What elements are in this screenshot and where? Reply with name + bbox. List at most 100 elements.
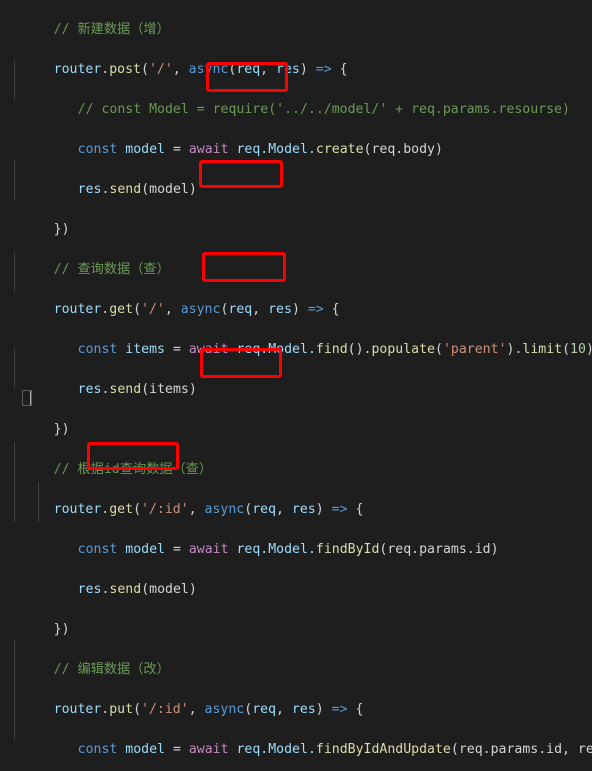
code-line[interactable]: // 编辑数据（改） bbox=[0, 640, 592, 677]
code-line[interactable]: const model = await req.Model.findByIdAn… bbox=[0, 720, 592, 757]
arrow-token: => bbox=[323, 702, 356, 717]
expr-req-model: req.Model. bbox=[236, 742, 316, 757]
closing-brace: }) bbox=[53, 222, 70, 237]
identifier-model: model bbox=[125, 142, 165, 157]
string-route-path: '/' bbox=[141, 302, 165, 317]
keyword-await: await bbox=[188, 142, 229, 157]
method-get: get bbox=[109, 302, 134, 317]
method-limit: limit bbox=[522, 342, 563, 357]
method-send: send bbox=[109, 182, 142, 197]
identifier-model: model bbox=[125, 542, 165, 557]
identifier-router: router bbox=[53, 702, 102, 717]
code-line[interactable]: res.send(model) bbox=[0, 160, 592, 197]
identifier-items: items bbox=[125, 342, 165, 357]
operator-assign: = bbox=[165, 142, 189, 157]
identifier-res: res bbox=[77, 382, 102, 397]
param-req: req bbox=[228, 302, 253, 317]
code-line[interactable]: res.send(model) bbox=[0, 760, 592, 771]
param-req: req bbox=[252, 502, 277, 517]
code-line[interactable]: router.get('/:id', async(req, res) => { bbox=[0, 480, 592, 517]
param-res: res bbox=[268, 302, 292, 317]
method-send: send bbox=[109, 382, 142, 397]
code-line[interactable]: }) bbox=[0, 200, 592, 237]
identifier-res: res bbox=[77, 582, 102, 597]
string-route-path: '/' bbox=[148, 62, 173, 77]
keyword-const: const bbox=[77, 542, 118, 557]
comment-token: // 查询数据（查） bbox=[53, 262, 170, 277]
arrow-token: => bbox=[323, 502, 356, 517]
code-line[interactable]: const model = await req.Model.create(req… bbox=[0, 120, 592, 157]
punct-paren: ) bbox=[299, 62, 308, 77]
number-limit-value: 10 bbox=[570, 342, 586, 357]
keyword-const: const bbox=[77, 142, 118, 157]
code-line[interactable]: router.get('/', async(req, res) => { bbox=[0, 280, 592, 317]
method-create: create bbox=[315, 142, 364, 157]
method-post: post bbox=[109, 62, 141, 77]
param-res: res bbox=[291, 702, 316, 717]
closing-brace: }) bbox=[53, 422, 70, 437]
arrow-token: => bbox=[307, 62, 340, 77]
closing-brace: }) bbox=[53, 622, 70, 637]
keyword-async: async bbox=[204, 502, 245, 517]
code-line[interactable]: // const Model = require('../../model/' … bbox=[0, 80, 592, 117]
param-res: res bbox=[291, 502, 316, 517]
code-line[interactable]: const model = await req.Model.findById(r… bbox=[0, 520, 592, 557]
identifier-router: router bbox=[53, 502, 102, 517]
arrow-token: => bbox=[299, 302, 332, 317]
punct-brace: { bbox=[331, 302, 340, 317]
code-line[interactable]: }) bbox=[0, 600, 592, 637]
call-args: (model) bbox=[141, 182, 197, 197]
punct-paren: ( bbox=[141, 62, 149, 77]
punct-brace: { bbox=[355, 502, 364, 517]
comment-token: // const Model = require('../../model/' … bbox=[77, 102, 570, 117]
call-args: (model) bbox=[141, 582, 197, 597]
comment-token: // 根据id查询数据（查） bbox=[53, 462, 213, 477]
keyword-const: const bbox=[77, 742, 118, 757]
code-line[interactable]: // 查询数据（查） bbox=[0, 240, 592, 277]
expr-req-model: req.Model. bbox=[236, 342, 316, 357]
method-populate: populate bbox=[371, 342, 436, 357]
param-req: req bbox=[236, 62, 261, 77]
code-content[interactable]: // 新建数据（增） router.post('/', async(req, r… bbox=[0, 0, 592, 771]
keyword-await: await bbox=[188, 342, 229, 357]
method-find: find bbox=[315, 342, 348, 357]
identifier-res: res bbox=[77, 182, 102, 197]
call-args: (req.params.id) bbox=[379, 542, 499, 557]
punct-brace: { bbox=[339, 62, 348, 77]
keyword-async: async bbox=[180, 302, 221, 317]
string-route-path: '/:id' bbox=[141, 702, 189, 717]
code-line[interactable]: res.send(items) bbox=[0, 360, 592, 397]
code-line[interactable]: res.send(model) bbox=[0, 560, 592, 597]
code-line[interactable]: }) bbox=[0, 400, 592, 437]
keyword-const: const bbox=[77, 342, 118, 357]
keyword-async: async bbox=[204, 702, 245, 717]
code-line[interactable]: // 根据id查询数据（查） bbox=[0, 440, 592, 477]
method-findbyidandupdate: findByIdAndUpdate bbox=[315, 742, 451, 757]
method-put: put bbox=[109, 702, 134, 717]
comment-token: // 编辑数据（改） bbox=[53, 662, 170, 677]
identifier-router: router bbox=[53, 62, 102, 77]
bracket-match-outline bbox=[22, 390, 32, 406]
code-line[interactable]: const items = await req.Model.find().pop… bbox=[0, 320, 592, 357]
expr-req-model: req.Model. bbox=[236, 542, 316, 557]
comment-token: // 新建数据（增） bbox=[53, 22, 170, 37]
identifier-model: model bbox=[125, 742, 165, 757]
method-get: get bbox=[109, 502, 134, 517]
punct-comma: , bbox=[172, 62, 189, 77]
code-editor[interactable]: // 新建数据（增） router.post('/', async(req, r… bbox=[0, 0, 592, 771]
code-line[interactable]: // 新建数据（增） bbox=[0, 0, 592, 37]
chain-punct: (). bbox=[347, 342, 372, 357]
param-res: res bbox=[276, 62, 300, 77]
code-line[interactable]: router.post('/', async(req, res) => { bbox=[0, 40, 592, 77]
call-args: (items) bbox=[141, 382, 197, 397]
identifier-router: router bbox=[53, 302, 102, 317]
call-args: (req.params.id, req.body bbox=[450, 742, 592, 757]
punct-brace: { bbox=[355, 702, 364, 717]
method-findbyid: findById bbox=[315, 542, 380, 557]
method-send: send bbox=[109, 582, 142, 597]
param-req: req bbox=[252, 702, 277, 717]
string-parent: 'parent' bbox=[442, 342, 507, 357]
string-route-path: '/:id' bbox=[141, 502, 189, 517]
code-line[interactable]: router.put('/:id', async(req, res) => { bbox=[0, 680, 592, 717]
expr-req-model: req.Model. bbox=[236, 142, 316, 157]
